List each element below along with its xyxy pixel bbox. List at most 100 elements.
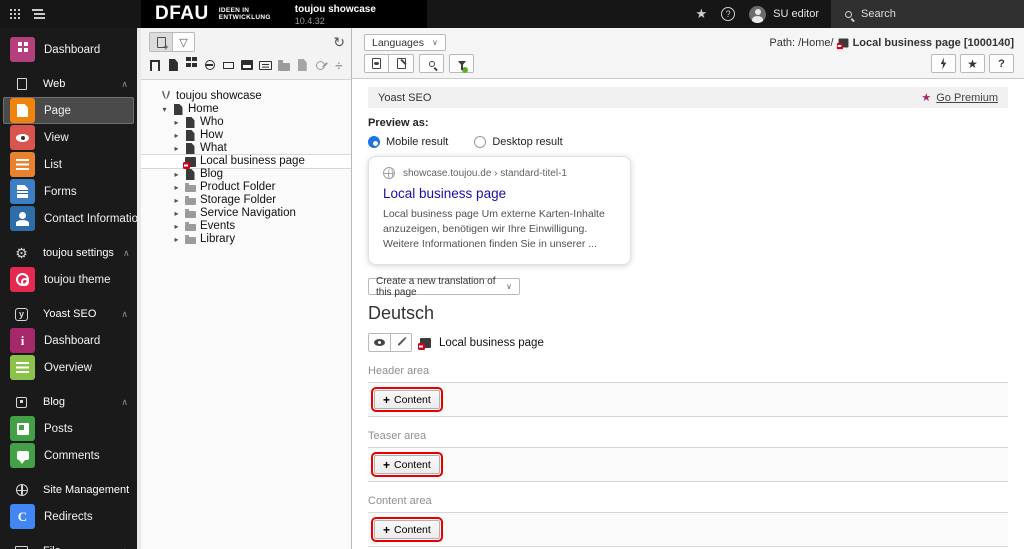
sidebar-item-view[interactable]: View [3,124,134,151]
preview-title-link[interactable]: Local business page [383,186,616,201]
bookmark-button[interactable]: ★ [960,54,985,73]
tree-node-product-folder[interactable]: ▸ Product Folder [141,181,351,194]
tree-node-how[interactable]: ▸ How [141,129,351,142]
chevron-up-icon: ∧ [122,247,130,258]
expand-icon[interactable]: ▸ [171,168,182,181]
tree-node-label: How [200,129,224,141]
radio-mobile-result[interactable]: Mobile result [368,136,448,148]
new-translation-select[interactable]: Create a new translation of this page ∨ [368,276,520,298]
sidebar-item-overview[interactable]: Overview [3,354,134,381]
add-content-button[interactable]: + Content [371,517,443,542]
sidebar-item-list[interactable]: List [3,151,134,178]
site-version: 10.4.32 [294,15,325,26]
sidebar-item-redirects[interactable]: C Redirects [3,503,134,530]
docheader-help-button[interactable]: ? [989,54,1014,73]
tree-node-who[interactable]: ▸ Who [141,116,351,129]
radio-unselected-icon[interactable] [474,136,487,148]
sidebar-item-dashboard[interactable]: i Dashboard [3,327,134,354]
window-glyph [240,60,253,70]
sidebar-section-file[interactable]: File ∧ [9,542,128,549]
sidebar-item-forms[interactable]: Forms [3,178,134,205]
bookmarks-icon[interactable]: ★ [695,6,707,22]
pagetype-page-icon[interactable] [167,58,179,72]
module-icon-tile [10,443,35,468]
pagetype-card-icon[interactable] [258,58,272,72]
pencil-icon [396,338,406,347]
expand-icon[interactable]: ▸ [171,207,182,220]
view-button[interactable] [369,334,390,351]
pagetype-gate-icon[interactable] [149,58,161,72]
pagetype-link-icon[interactable] [314,58,326,72]
pagetype-grid-icon[interactable] [186,56,198,72]
sidebar-item-contact-information[interactable]: Contact Information [3,205,137,232]
edit-button[interactable] [390,334,411,351]
pagetype-folder-icon[interactable] [277,58,290,72]
lightning-icon [940,57,947,70]
expand-icon[interactable]: ▸ [171,116,182,129]
clear-cache-button[interactable] [449,54,474,73]
search-button[interactable] [419,54,444,73]
expand-icon[interactable]: ▸ [171,233,182,246]
tree-node-service-navigation[interactable]: ▸ Service Navigation [141,207,351,220]
sidebar-section-blog[interactable]: Blog ∧ [9,393,128,411]
navigation-toggle-icon[interactable] [32,9,43,11]
view-webpage-button[interactable] [364,54,389,73]
new-page-icon [156,36,169,51]
brand-area[interactable]: DFAU IDEEN IN ENTWICKLUNG toujou showcas… [141,0,427,28]
expand-icon[interactable]: ▸ [171,220,182,233]
tree-node-label: Local business page [200,155,305,167]
pagetype-pagefwd-icon[interactable] [296,58,308,72]
user-menu[interactable]: SU editor [749,5,819,23]
dfau-logo: DFAU [155,3,209,24]
pagetype-window-icon[interactable] [240,58,253,72]
edit-page-properties-button[interactable] [389,54,414,73]
languages-select[interactable]: Languages ∨ [364,34,446,51]
expand-icon[interactable]: ▸ [171,129,182,142]
sidebar-section-yoast-seo[interactable]: y Yoast SEO ∧ [9,305,128,323]
go-premium-link[interactable]: ★ Go Premium [921,91,998,105]
radio-desktop-result[interactable]: Desktop result [474,136,563,148]
new-page-button[interactable] [150,33,172,51]
divider-glyph: ÷ [335,57,343,73]
module-menu-toggle-icon[interactable] [10,9,12,11]
tree-node-blog[interactable]: ▸ Blog [141,168,351,181]
sidebar-item-toujou-theme[interactable]: toujou theme [3,266,134,293]
sidebar-item-page[interactable]: Page [3,97,134,124]
add-content-button[interactable]: + Content [371,452,443,477]
tree-node-storage-folder[interactable]: ▸ Storage Folder [141,194,351,207]
page-hidden-icon [836,38,849,49]
tree-node-local-business-page[interactable]: Local business page [141,155,351,169]
search-icon [845,10,852,18]
expand-icon[interactable]: ▸ [171,142,182,155]
tree-node-events[interactable]: ▸ Events [141,220,351,233]
filter-button[interactable]: ▽ [172,33,194,51]
tree-node-toujou-showcase[interactable]: toujou showcase [141,90,351,103]
pagetype-divider-icon[interactable]: ÷ [333,57,345,73]
expand-icon[interactable]: ▸ [171,181,182,194]
sidebar-section-site-management[interactable]: Site Management∧ [9,481,129,499]
help-icon[interactable]: ? [721,7,736,21]
global-search[interactable]: Search [831,0,1024,28]
content-module: Languages ∨ Path: /Home/ Local business … [352,28,1024,549]
spacer-glyph [222,61,234,69]
sidebar-item-dashboard[interactable]: Dashboard [3,36,134,63]
pagetype-globe-icon[interactable] [204,58,216,72]
radio-selected-icon[interactable] [368,136,380,148]
plus-icon: + [383,392,391,407]
add-content-button[interactable]: + Content [371,387,443,412]
sidebar-item-comments[interactable]: Comments [3,442,134,469]
pagetype-spacer-icon[interactable] [222,58,234,72]
page-icon [17,104,28,117]
sidebar-item-posts[interactable]: Posts [3,415,134,442]
expand-icon[interactable]: ▸ [171,194,182,207]
tree-node-what[interactable]: ▸ What [141,142,351,155]
refresh-icon[interactable]: ↻ [333,34,345,51]
collapse-icon[interactable]: ▾ [159,103,170,116]
tree-node-library[interactable]: ▸ Library [141,233,351,246]
section-label: Yoast SEO [43,308,97,320]
sidebar-section-toujou-settings[interactable]: ⚙ toujou settings ∧ [9,244,130,262]
page-icon [170,104,186,115]
tree-node-home[interactable]: ▾ Home [141,103,351,116]
sidebar-section-web[interactable]: Web ∧ [9,75,128,93]
flush-cache-button[interactable] [931,54,956,73]
